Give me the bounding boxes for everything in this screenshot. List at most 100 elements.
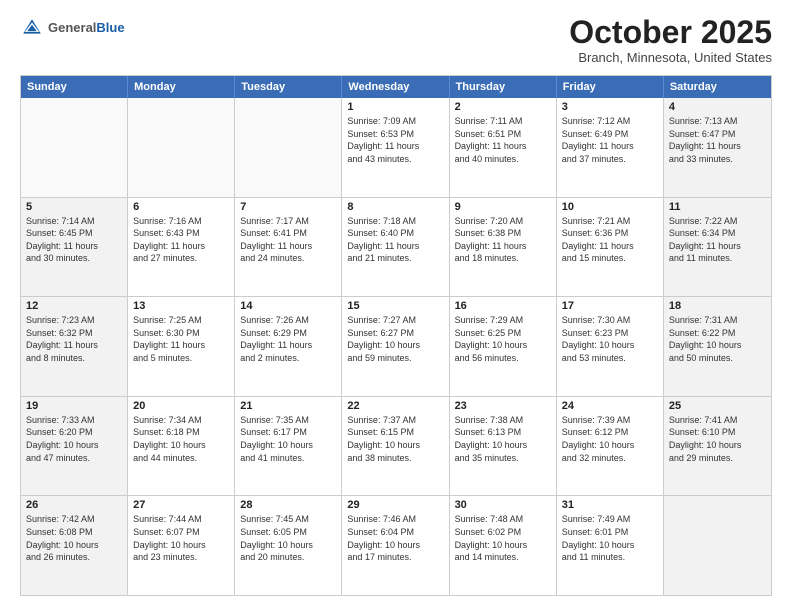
cell-text: Sunrise: 7:41 AM Sunset: 6:10 PM Dayligh… xyxy=(669,414,766,464)
weekday-header: Saturday xyxy=(664,76,771,98)
cell-text: Sunrise: 7:42 AM Sunset: 6:08 PM Dayligh… xyxy=(26,513,122,563)
cell-text: Sunrise: 7:18 AM Sunset: 6:40 PM Dayligh… xyxy=(347,215,443,265)
calendar-row: 12 Sunrise: 7:23 AM Sunset: 6:32 PM Dayli… xyxy=(21,297,771,397)
cell-text: Sunrise: 7:48 AM Sunset: 6:02 PM Dayligh… xyxy=(455,513,551,563)
weekday-header: Friday xyxy=(557,76,664,98)
day-number: 12 xyxy=(26,300,122,312)
calendar-cell: 20 Sunrise: 7:34 AM Sunset: 6:18 PM Dayli… xyxy=(128,397,235,496)
day-number: 2 xyxy=(455,101,551,113)
calendar-row: 19Sunrise: 7:33 AM Sunset: 6:20 PM Dayli… xyxy=(21,397,771,497)
page: GeneralBlue October 2025 Branch, Minneso… xyxy=(0,0,792,612)
calendar-row: 5 Sunrise: 7:14 AM Sunset: 6:45 PM Daylig… xyxy=(21,198,771,298)
day-number: 11 xyxy=(669,201,766,213)
calendar-cell: 1Sunrise: 7:09 AM Sunset: 6:53 PM Daylig… xyxy=(342,98,449,197)
day-number: 10 xyxy=(562,201,658,213)
cell-text: Sunrise: 7:31 AM Sunset: 6:22 PM Dayligh… xyxy=(669,314,766,364)
day-number: 21 xyxy=(240,400,336,412)
calendar-cell: 15 Sunrise: 7:27 AM Sunset: 6:27 PM Dayli… xyxy=(342,297,449,396)
calendar-cell xyxy=(235,98,342,197)
cell-text: Sunrise: 7:21 AM Sunset: 6:36 PM Dayligh… xyxy=(562,215,658,265)
cell-text: Sunrise: 7:34 AM Sunset: 6:18 PM Dayligh… xyxy=(133,414,229,464)
calendar-cell xyxy=(128,98,235,197)
calendar-cell: 22Sunrise: 7:37 AM Sunset: 6:15 PM Dayli… xyxy=(342,397,449,496)
weekday-header: Wednesday xyxy=(342,76,449,98)
day-number: 6 xyxy=(133,201,229,213)
calendar-cell: 23 Sunrise: 7:38 AM Sunset: 6:13 PM Dayli… xyxy=(450,397,557,496)
calendar-cell: 8Sunrise: 7:18 AM Sunset: 6:40 PM Daylig… xyxy=(342,198,449,297)
day-number: 28 xyxy=(240,499,336,511)
cell-text: Sunrise: 7:39 AM Sunset: 6:12 PM Dayligh… xyxy=(562,414,658,464)
logo: GeneralBlue xyxy=(20,16,125,40)
cell-text: Sunrise: 7:38 AM Sunset: 6:13 PM Dayligh… xyxy=(455,414,551,464)
calendar-cell: 25 Sunrise: 7:41 AM Sunset: 6:10 PM Dayli… xyxy=(664,397,771,496)
calendar-cell: 16 Sunrise: 7:29 AM Sunset: 6:25 PM Dayli… xyxy=(450,297,557,396)
day-number: 31 xyxy=(562,499,658,511)
calendar-cell: 19Sunrise: 7:33 AM Sunset: 6:20 PM Dayli… xyxy=(21,397,128,496)
day-number: 9 xyxy=(455,201,551,213)
cell-text: Sunrise: 7:14 AM Sunset: 6:45 PM Dayligh… xyxy=(26,215,122,265)
cell-text: Sunrise: 7:49 AM Sunset: 6:01 PM Dayligh… xyxy=(562,513,658,563)
calendar-cell: 27Sunrise: 7:44 AM Sunset: 6:07 PM Dayli… xyxy=(128,496,235,595)
weekday-header: Thursday xyxy=(450,76,557,98)
cell-text: Sunrise: 7:33 AM Sunset: 6:20 PM Dayligh… xyxy=(26,414,122,464)
cell-text: Sunrise: 7:46 AM Sunset: 6:04 PM Dayligh… xyxy=(347,513,443,563)
logo-text: GeneralBlue xyxy=(48,20,125,36)
day-number: 25 xyxy=(669,400,766,412)
calendar-cell: 28 Sunrise: 7:45 AM Sunset: 6:05 PM Dayli… xyxy=(235,496,342,595)
day-number: 3 xyxy=(562,101,658,113)
day-number: 29 xyxy=(347,499,443,511)
weekday-header: Sunday xyxy=(21,76,128,98)
calendar-cell: 31 Sunrise: 7:49 AM Sunset: 6:01 PM Dayli… xyxy=(557,496,664,595)
day-number: 30 xyxy=(455,499,551,511)
calendar-row: 26 Sunrise: 7:42 AM Sunset: 6:08 PM Dayli… xyxy=(21,496,771,595)
calendar-cell xyxy=(21,98,128,197)
calendar-cell: 10 Sunrise: 7:21 AM Sunset: 6:36 PM Dayli… xyxy=(557,198,664,297)
title-area: October 2025 Branch, Minnesota, United S… xyxy=(569,16,772,65)
calendar-cell: 9 Sunrise: 7:20 AM Sunset: 6:38 PM Daylig… xyxy=(450,198,557,297)
calendar-cell: 4Sunrise: 7:13 AM Sunset: 6:47 PM Daylig… xyxy=(664,98,771,197)
calendar-cell xyxy=(664,496,771,595)
cell-text: Sunrise: 7:11 AM Sunset: 6:51 PM Dayligh… xyxy=(455,115,551,165)
calendar-row: 1Sunrise: 7:09 AM Sunset: 6:53 PM Daylig… xyxy=(21,98,771,198)
calendar-cell: 14Sunrise: 7:26 AM Sunset: 6:29 PM Dayli… xyxy=(235,297,342,396)
day-number: 16 xyxy=(455,300,551,312)
calendar-cell: 7Sunrise: 7:17 AM Sunset: 6:41 PM Daylig… xyxy=(235,198,342,297)
cell-text: Sunrise: 7:37 AM Sunset: 6:15 PM Dayligh… xyxy=(347,414,443,464)
cell-text: Sunrise: 7:22 AM Sunset: 6:34 PM Dayligh… xyxy=(669,215,766,265)
cell-text: Sunrise: 7:45 AM Sunset: 6:05 PM Dayligh… xyxy=(240,513,336,563)
cell-text: Sunrise: 7:23 AM Sunset: 6:32 PM Dayligh… xyxy=(26,314,122,364)
calendar-body: 1Sunrise: 7:09 AM Sunset: 6:53 PM Daylig… xyxy=(21,98,771,595)
calendar-cell: 5 Sunrise: 7:14 AM Sunset: 6:45 PM Daylig… xyxy=(21,198,128,297)
calendar-cell: 12 Sunrise: 7:23 AM Sunset: 6:32 PM Dayli… xyxy=(21,297,128,396)
calendar-cell: 11 Sunrise: 7:22 AM Sunset: 6:34 PM Dayli… xyxy=(664,198,771,297)
day-number: 26 xyxy=(26,499,122,511)
cell-text: Sunrise: 7:26 AM Sunset: 6:29 PM Dayligh… xyxy=(240,314,336,364)
day-number: 23 xyxy=(455,400,551,412)
calendar-cell: 26 Sunrise: 7:42 AM Sunset: 6:08 PM Dayli… xyxy=(21,496,128,595)
day-number: 13 xyxy=(133,300,229,312)
calendar-cell: 3Sunrise: 7:12 AM Sunset: 6:49 PM Daylig… xyxy=(557,98,664,197)
calendar-cell: 18Sunrise: 7:31 AM Sunset: 6:22 PM Dayli… xyxy=(664,297,771,396)
cell-text: Sunrise: 7:35 AM Sunset: 6:17 PM Dayligh… xyxy=(240,414,336,464)
cell-text: Sunrise: 7:25 AM Sunset: 6:30 PM Dayligh… xyxy=(133,314,229,364)
day-number: 20 xyxy=(133,400,229,412)
month-title: October 2025 xyxy=(569,16,772,48)
cell-text: Sunrise: 7:20 AM Sunset: 6:38 PM Dayligh… xyxy=(455,215,551,265)
cell-text: Sunrise: 7:17 AM Sunset: 6:41 PM Dayligh… xyxy=(240,215,336,265)
cell-text: Sunrise: 7:29 AM Sunset: 6:25 PM Dayligh… xyxy=(455,314,551,364)
day-number: 5 xyxy=(26,201,122,213)
calendar-cell: 30 Sunrise: 7:48 AM Sunset: 6:02 PM Dayli… xyxy=(450,496,557,595)
cell-text: Sunrise: 7:44 AM Sunset: 6:07 PM Dayligh… xyxy=(133,513,229,563)
day-number: 24 xyxy=(562,400,658,412)
weekday-header: Monday xyxy=(128,76,235,98)
cell-text: Sunrise: 7:16 AM Sunset: 6:43 PM Dayligh… xyxy=(133,215,229,265)
day-number: 15 xyxy=(347,300,443,312)
calendar-cell: 13 Sunrise: 7:25 AM Sunset: 6:30 PM Dayli… xyxy=(128,297,235,396)
cell-text: Sunrise: 7:13 AM Sunset: 6:47 PM Dayligh… xyxy=(669,115,766,165)
header: GeneralBlue October 2025 Branch, Minneso… xyxy=(20,16,772,65)
cell-text: Sunrise: 7:27 AM Sunset: 6:27 PM Dayligh… xyxy=(347,314,443,364)
day-number: 17 xyxy=(562,300,658,312)
calendar-cell: 17Sunrise: 7:30 AM Sunset: 6:23 PM Dayli… xyxy=(557,297,664,396)
calendar-cell: 2 Sunrise: 7:11 AM Sunset: 6:51 PM Daylig… xyxy=(450,98,557,197)
logo-icon xyxy=(20,16,44,40)
